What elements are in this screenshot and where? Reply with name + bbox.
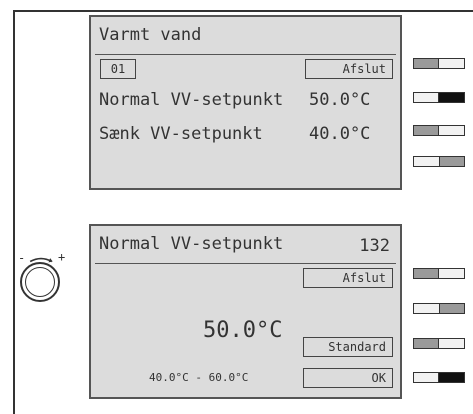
row-normal-value: 50.0°C xyxy=(309,90,371,110)
standard-button[interactable]: Standard xyxy=(303,337,393,357)
menu-title: Varmt vand xyxy=(99,25,202,45)
menu-index: 01 xyxy=(100,59,136,79)
divider xyxy=(95,54,396,55)
ok-button[interactable]: OK xyxy=(303,368,393,388)
exit-button[interactable]: Afslut xyxy=(305,59,393,79)
divider xyxy=(95,263,396,264)
exit-button-edit[interactable]: Afslut xyxy=(303,268,393,288)
row-normal-label[interactable]: Normal VV-setpunkt xyxy=(99,90,283,110)
softkey-4[interactable] xyxy=(413,156,465,167)
row-reduced-label[interactable]: Sænk VV-setpunkt xyxy=(99,124,263,144)
softkey-8[interactable] xyxy=(413,372,465,383)
softkey-7[interactable] xyxy=(413,338,465,349)
softkey-3[interactable] xyxy=(413,125,465,136)
softkey-2[interactable] xyxy=(413,92,465,103)
row-reduced-value: 40.0°C xyxy=(309,124,371,144)
edit-number: 132 xyxy=(359,236,390,256)
display-screen-edit: Normal VV-setpunkt 132 Afslut 50.0°C Sta… xyxy=(89,224,402,399)
display-screen-menu: Varmt vand 01 Afslut Normal VV-setpunkt … xyxy=(89,15,402,190)
range-text: 40.0°C - 60.0°C xyxy=(149,371,249,384)
setpoint-value: 50.0°C xyxy=(203,318,283,343)
softkey-1[interactable] xyxy=(413,58,465,69)
softkey-6[interactable] xyxy=(413,303,465,314)
knob-minus: - xyxy=(18,251,26,265)
knob-plus: + xyxy=(58,250,66,264)
rotary-knob-icon[interactable] xyxy=(20,262,60,302)
softkey-5[interactable] xyxy=(413,268,465,279)
edit-title: Normal VV-setpunkt xyxy=(99,234,284,254)
